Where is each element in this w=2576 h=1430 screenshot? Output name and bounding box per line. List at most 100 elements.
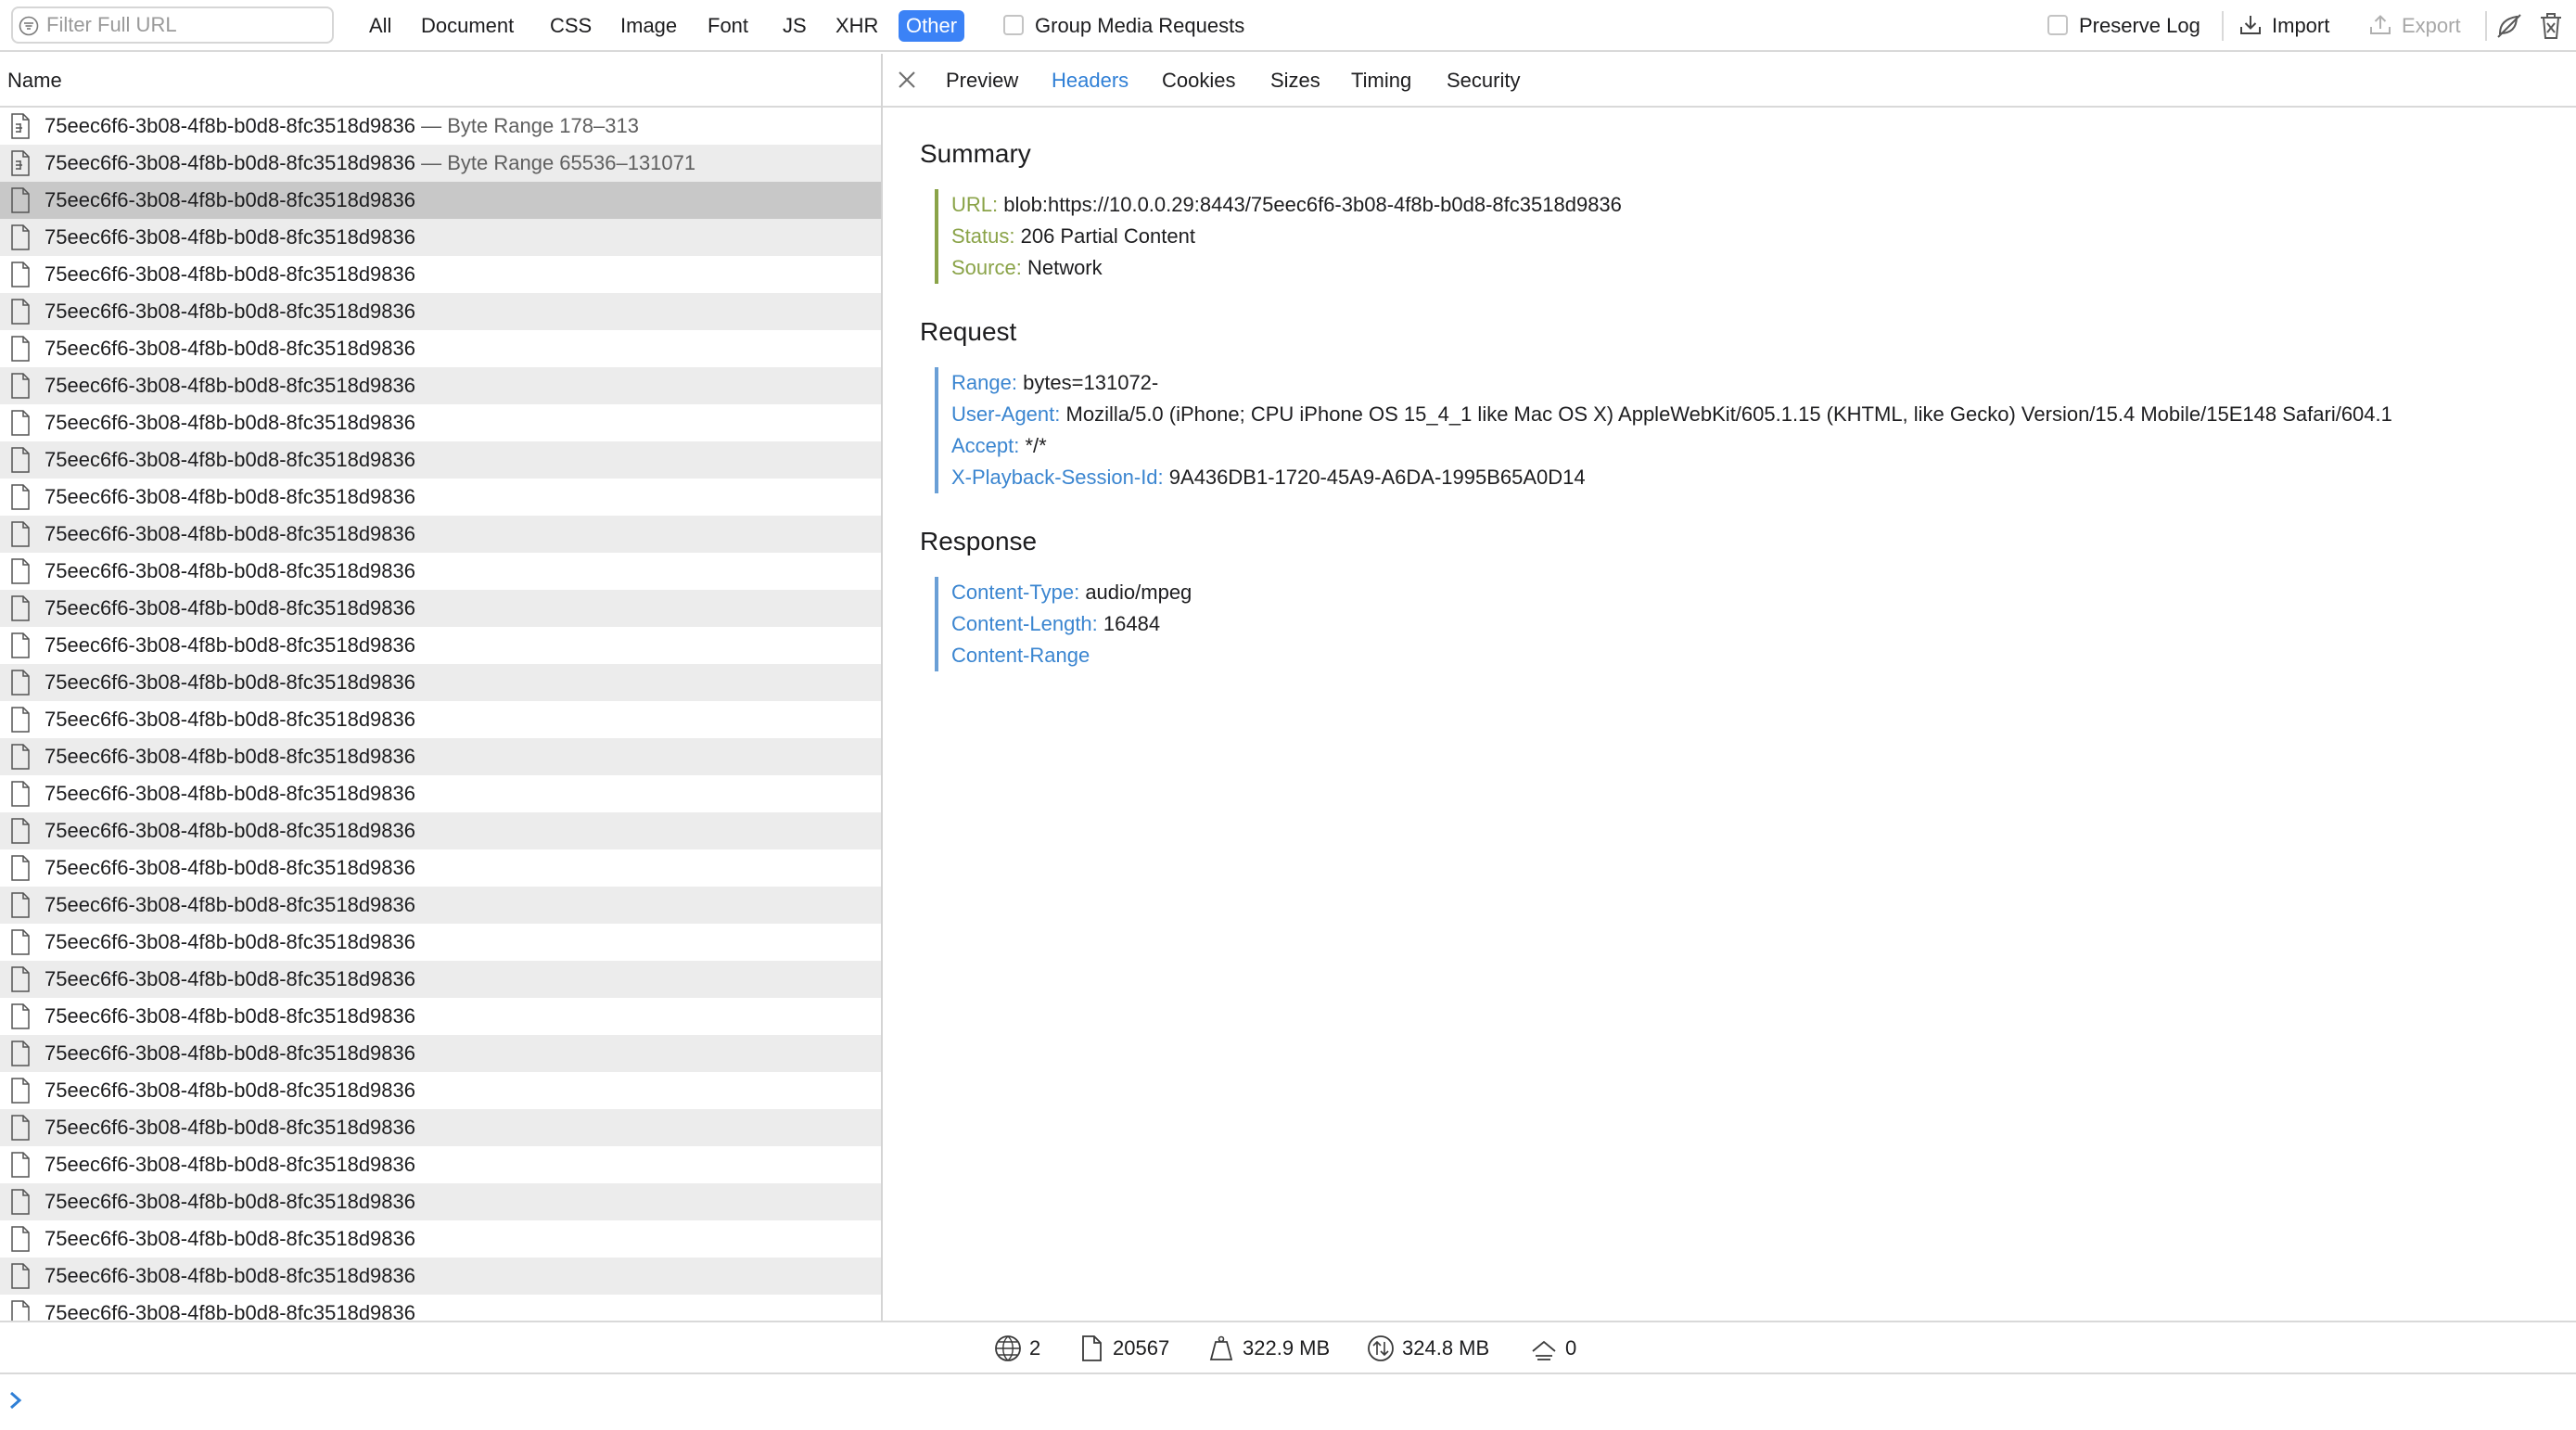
- request-list: Name 75eec6f6-3b08-4f8b-b0d8-8fc3518d983…: [0, 54, 881, 1321]
- table-row[interactable]: 75eec6f6-3b08-4f8b-b0d8-8fc3518d9836: [0, 812, 881, 849]
- tab-security[interactable]: Security: [1447, 69, 1520, 93]
- export-label: Export: [2402, 14, 2461, 37]
- table-row[interactable]: 75eec6f6-3b08-4f8b-b0d8-8fc3518d9836: [0, 182, 881, 219]
- table-row[interactable]: 75eec6f6-3b08-4f8b-b0d8-8fc3518d9836: [0, 1295, 881, 1321]
- type-tab-css[interactable]: CSS: [542, 10, 599, 42]
- table-row[interactable]: 75eec6f6-3b08-4f8b-b0d8-8fc3518d9836: [0, 1035, 881, 1072]
- errors-count: 0: [1565, 1336, 1577, 1360]
- disable-cache-icon[interactable]: [2494, 11, 2524, 41]
- table-row[interactable]: 75eec6f6-3b08-4f8b-b0d8-8fc3518d9836: [0, 961, 881, 998]
- filter-input[interactable]: [46, 13, 325, 37]
- table-row[interactable]: 75eec6f6-3b08-4f8b-b0d8-8fc3518d9836: [0, 738, 881, 775]
- table-row[interactable]: 75eec6f6-3b08-4f8b-b0d8-8fc3518d9836: [0, 1109, 881, 1146]
- table-row[interactable]: 75eec6f6-3b08-4f8b-b0d8-8fc3518d9836: [0, 553, 881, 590]
- table-row[interactable]: 75eec6f6-3b08-4f8b-b0d8-8fc3518d9836: [0, 924, 881, 961]
- clear-log-icon[interactable]: [2537, 11, 2565, 41]
- resource-name: 75eec6f6-3b08-4f8b-b0d8-8fc3518d9836: [45, 745, 415, 768]
- response-header-content-type: Content-Type: audio/mpeg: [951, 577, 1192, 608]
- request-name: 75eec6f6-3b08-4f8b-b0d8-8fc3518d9836: [45, 701, 415, 738]
- table-row[interactable]: 75eec6f6-3b08-4f8b-b0d8-8fc3518d9836: [0, 404, 881, 441]
- table-row[interactable]: 75eec6f6-3b08-4f8b-b0d8-8fc3518d9836: [0, 1258, 881, 1295]
- resource-name: 75eec6f6-3b08-4f8b-b0d8-8fc3518d9836: [45, 782, 415, 805]
- name-column-label: Name: [7, 69, 62, 92]
- table-row[interactable]: 75eec6f6-3b08-4f8b-b0d8-8fc3518d9836: [0, 775, 881, 812]
- table-row[interactable]: 75eec6f6-3b08-4f8b-b0d8-8fc3518d9836: [0, 1146, 881, 1183]
- table-row[interactable]: 75eec6f6-3b08-4f8b-b0d8-8fc3518d9836: [0, 293, 881, 330]
- request-name: 75eec6f6-3b08-4f8b-b0d8-8fc3518d9836: [45, 738, 415, 775]
- document-icon: [11, 670, 30, 696]
- close-icon[interactable]: [896, 69, 918, 91]
- import-button[interactable]: Import: [2238, 11, 2342, 43]
- name-column-header[interactable]: Name: [0, 54, 881, 108]
- tab-cookies[interactable]: Cookies: [1162, 69, 1235, 93]
- table-row[interactable]: 75eec6f6-3b08-4f8b-b0d8-8fc3518d9836: [0, 590, 881, 627]
- document-icon: [11, 1115, 30, 1141]
- tab-timing[interactable]: Timing: [1351, 69, 1411, 93]
- request-section-title: Request: [920, 317, 1017, 346]
- table-row[interactable]: 75eec6f6-3b08-4f8b-b0d8-8fc3518d9836: [0, 1220, 881, 1258]
- tab-headers[interactable]: Headers: [1052, 69, 1129, 93]
- type-tab-font[interactable]: Font: [700, 10, 756, 42]
- table-row[interactable]: 75eec6f6-3b08-4f8b-b0d8-8fc3518d9836: [0, 479, 881, 516]
- table-row[interactable]: 75eec6f6-3b08-4f8b-b0d8-8fc3518d9836: [0, 219, 881, 256]
- preserve-log-label: Preserve Log: [2079, 14, 2200, 37]
- console-prompt-bar[interactable]: [0, 1374, 2576, 1430]
- request-name: 75eec6f6-3b08-4f8b-b0d8-8fc3518d9836: [45, 219, 415, 256]
- table-row[interactable]: 75eec6f6-3b08-4f8b-b0d8-8fc3518d9836: [0, 701, 881, 738]
- filter-field[interactable]: [11, 6, 334, 44]
- table-row[interactable]: 75eec6f6-3b08-4f8b-b0d8-8fc3518d9836: [0, 367, 881, 404]
- resource-name: 75eec6f6-3b08-4f8b-b0d8-8fc3518d9836: [45, 819, 415, 842]
- request-name: 75eec6f6-3b08-4f8b-b0d8-8fc3518d9836: [45, 887, 415, 924]
- type-tab-xhr[interactable]: XHR: [828, 10, 886, 42]
- preserve-log-checkbox[interactable]: [2047, 15, 2068, 35]
- type-tab-document[interactable]: Document: [414, 10, 521, 42]
- tab-preview[interactable]: Preview: [946, 69, 1018, 93]
- table-row[interactable]: 75eec6f6-3b08-4f8b-b0d8-8fc3518d9836: [0, 1072, 881, 1109]
- table-row[interactable]: 75eec6f6-3b08-4f8b-b0d8-8fc3518d9836: [0, 330, 881, 367]
- request-name: 75eec6f6-3b08-4f8b-b0d8-8fc3518d9836: [45, 812, 415, 849]
- resource-name: 75eec6f6-3b08-4f8b-b0d8-8fc3518d9836: [45, 708, 415, 731]
- table-row[interactable]: 75eec6f6-3b08-4f8b-b0d8-8fc3518d9836: [0, 627, 881, 664]
- type-tab-all[interactable]: All: [362, 10, 399, 42]
- table-row[interactable]: 75eec6f6-3b08-4f8b-b0d8-8fc3518d9836: [0, 1183, 881, 1220]
- field-key: Content-Type:: [951, 581, 1080, 604]
- tab-sizes[interactable]: Sizes: [1270, 69, 1320, 93]
- type-tab-other[interactable]: Other: [899, 10, 965, 42]
- type-tab-js[interactable]: JS: [775, 10, 814, 42]
- export-button[interactable]: Export: [2368, 11, 2472, 43]
- document-icon: [1082, 1335, 1102, 1361]
- table-row[interactable]: 75eec6f6-3b08-4f8b-b0d8-8fc3518d9836: [0, 998, 881, 1035]
- table-row[interactable]: 75eec6f6-3b08-4f8b-b0d8-8fc3518d9836: [0, 516, 881, 553]
- table-row[interactable]: 75eec6f6-3b08-4f8b-b0d8-8fc3518d9836 — B…: [0, 108, 881, 145]
- export-icon: [2370, 15, 2391, 34]
- document-icon: [11, 1152, 30, 1178]
- table-row[interactable]: 75eec6f6-3b08-4f8b-b0d8-8fc3518d9836 — B…: [0, 145, 881, 182]
- request-name: 75eec6f6-3b08-4f8b-b0d8-8fc3518d9836 — B…: [45, 145, 695, 182]
- request-name: 75eec6f6-3b08-4f8b-b0d8-8fc3518d9836: [45, 998, 415, 1035]
- resources-stat: 20567: [1078, 1334, 1189, 1362]
- resource-name: 75eec6f6-3b08-4f8b-b0d8-8fc3518d9836: [45, 448, 415, 471]
- field-value: Mozilla/5.0 (iPhone; CPU iPhone OS 15_4_…: [1065, 402, 2392, 426]
- table-row[interactable]: 75eec6f6-3b08-4f8b-b0d8-8fc3518d9836: [0, 664, 881, 701]
- resource-name: 75eec6f6-3b08-4f8b-b0d8-8fc3518d9836: [45, 1153, 415, 1176]
- request-name: 75eec6f6-3b08-4f8b-b0d8-8fc3518d9836: [45, 849, 415, 887]
- table-row[interactable]: 75eec6f6-3b08-4f8b-b0d8-8fc3518d9836: [0, 256, 881, 293]
- type-tab-image[interactable]: Image: [613, 10, 684, 42]
- group-media-checkbox[interactable]: [1003, 15, 1024, 35]
- resource-name: 75eec6f6-3b08-4f8b-b0d8-8fc3518d9836: [45, 300, 415, 323]
- request-name: 75eec6f6-3b08-4f8b-b0d8-8fc3518d9836: [45, 961, 415, 998]
- request-header-range: Range: bytes=131072-: [951, 367, 2392, 399]
- resource-name: 75eec6f6-3b08-4f8b-b0d8-8fc3518d9836: [45, 670, 415, 694]
- request-name: 75eec6f6-3b08-4f8b-b0d8-8fc3518d9836: [45, 1072, 415, 1109]
- request-header-accept: Accept: */*: [951, 430, 2392, 462]
- request-name: 75eec6f6-3b08-4f8b-b0d8-8fc3518d9836: [45, 1220, 415, 1258]
- document-icon: [11, 336, 30, 362]
- document-icon: [11, 1226, 30, 1252]
- network-toolbar: All Document CSS Image Font JS XHR Other…: [0, 0, 2576, 52]
- table-row[interactable]: 75eec6f6-3b08-4f8b-b0d8-8fc3518d9836: [0, 441, 881, 479]
- table-row[interactable]: 75eec6f6-3b08-4f8b-b0d8-8fc3518d9836: [0, 849, 881, 887]
- table-row[interactable]: 75eec6f6-3b08-4f8b-b0d8-8fc3518d9836: [0, 887, 881, 924]
- request-name: 75eec6f6-3b08-4f8b-b0d8-8fc3518d9836: [45, 627, 415, 664]
- media-file-icon: [11, 113, 30, 139]
- resource-name: 75eec6f6-3b08-4f8b-b0d8-8fc3518d9836: [45, 151, 415, 174]
